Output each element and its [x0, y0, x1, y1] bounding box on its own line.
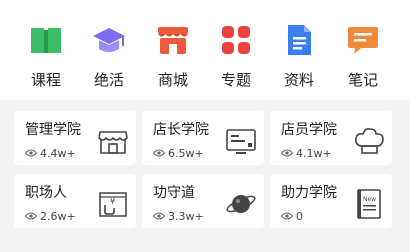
card-store-manager-academy[interactable]: 店长学院 6.5w+	[142, 111, 264, 165]
grid-icon	[222, 26, 250, 54]
view-count: 4.4w+	[25, 145, 76, 161]
nav-label: 资料	[283, 71, 314, 89]
card-title: 功守道	[153, 185, 195, 201]
card-gongshoudao[interactable]: 功守道 3.3w+	[142, 174, 264, 228]
view-count-value: 0	[296, 209, 303, 223]
card-title: 管理学院	[25, 122, 81, 138]
eye-icon	[153, 149, 165, 157]
nav-label: 商城	[157, 71, 188, 89]
nav-item-materials[interactable]: 资料	[268, 0, 330, 100]
nav-label: 绝活	[93, 71, 124, 89]
eye-icon	[153, 212, 165, 220]
view-count-value: 6.5w+	[168, 146, 204, 160]
nav-label: 笔记	[347, 71, 378, 89]
view-count-value: 4.4w+	[40, 146, 76, 160]
nav-item-skills[interactable]: 绝活	[78, 0, 140, 100]
card-clerk-academy[interactable]: 店员学院 4.1w+	[270, 111, 392, 165]
card-workplace[interactable]: 职场人 2.6w+ ¥	[14, 174, 136, 228]
view-count-value: 3.3w+	[168, 209, 204, 223]
category-nav: 课程 绝活 商城 专题 资料 笔记	[0, 0, 410, 100]
chef-hat-icon	[355, 128, 384, 154]
nav-item-notes[interactable]: 笔记	[332, 0, 394, 100]
shop-icon	[98, 131, 128, 154]
planet-icon	[226, 195, 256, 213]
view-count: 3.3w+	[153, 208, 204, 224]
graduation-cap-icon	[93, 28, 125, 52]
new-badge-text: New	[363, 196, 376, 203]
card-management-academy[interactable]: 管理学院 4.4w+	[14, 111, 136, 165]
view-count: 2.6w+	[25, 208, 76, 224]
eye-icon	[25, 149, 37, 157]
eye-icon	[281, 149, 293, 157]
eye-icon	[25, 212, 37, 220]
nav-label: 课程	[30, 71, 61, 89]
nav-item-mall[interactable]: 商城	[142, 0, 204, 100]
nav-item-courses[interactable]: 课程	[15, 0, 77, 100]
view-count: 6.5w+	[153, 145, 204, 161]
card-boost-academy[interactable]: 助力学院 0 New	[270, 174, 392, 228]
svg-text:¥: ¥	[110, 197, 115, 206]
card-title: 店长学院	[153, 122, 209, 138]
store-icon	[158, 27, 188, 54]
view-count: 4.1w+	[281, 145, 332, 161]
eye-icon	[281, 212, 293, 220]
card-title: 助力学院	[281, 185, 337, 201]
document-icon	[288, 25, 311, 55]
wallet-icon: ¥	[99, 192, 127, 217]
view-count-value: 4.1w+	[296, 146, 332, 160]
chat-note-icon	[348, 27, 378, 54]
card-title: 店员学院	[281, 122, 337, 138]
book-icon	[31, 28, 61, 53]
view-count-value: 2.6w+	[40, 209, 76, 223]
nav-label: 专题	[220, 71, 251, 89]
nav-item-topics[interactable]: 专题	[205, 0, 267, 100]
view-count: 0	[281, 208, 303, 224]
screen-icon	[226, 129, 256, 154]
card-title: 职场人	[25, 185, 67, 201]
new-book-icon: New	[357, 189, 381, 219]
